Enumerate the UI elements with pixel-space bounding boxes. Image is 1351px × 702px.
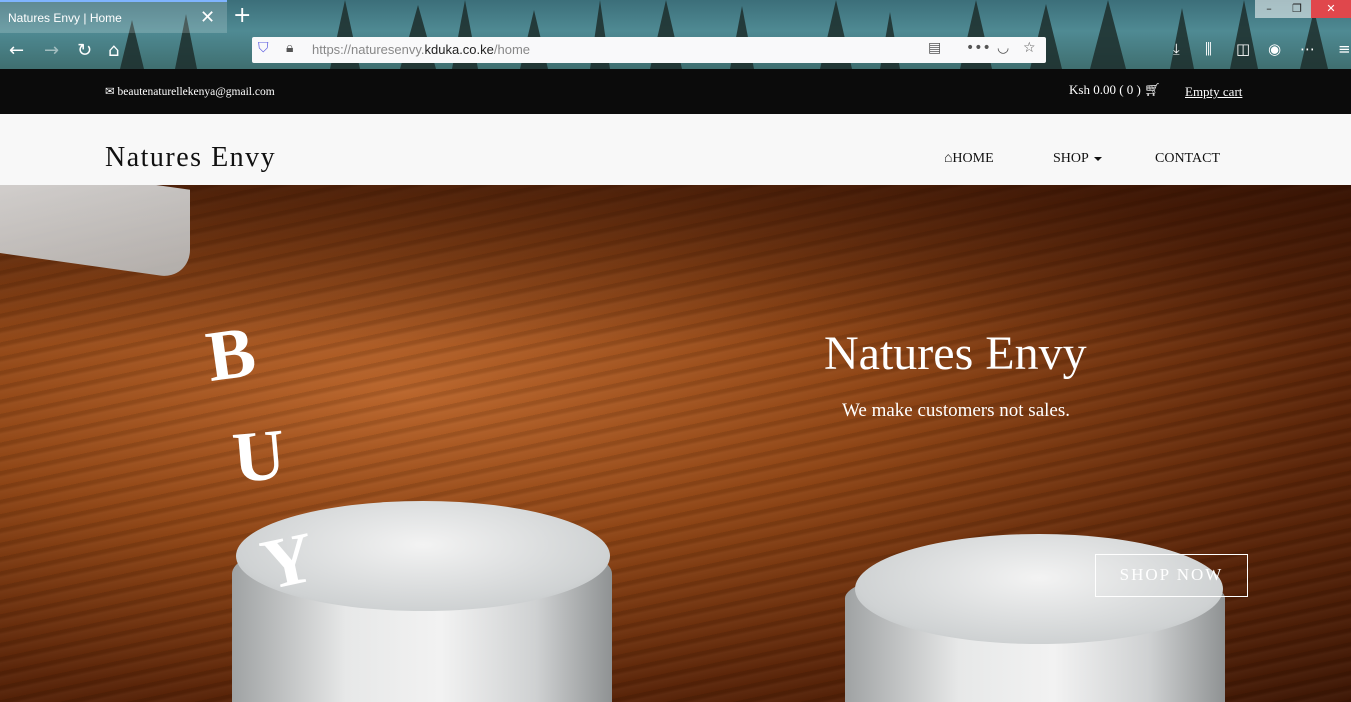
hero-subtitle: We make customers not sales. [842,400,1070,421]
nav-home[interactable]: ⌂HOME [944,151,994,167]
url-text[interactable]: https://naturesenvy.kduka.co.ke/home [312,42,530,57]
main-navbar: Natures Envy ⌂HOME SHOP CONTACT [0,114,1351,185]
cart-summary[interactable]: Ksh 0.00 ( 0 ) 🛒︎ [1069,82,1161,98]
email-text: beautenaturellekenya@gmail.com [117,86,275,98]
reader-icon[interactable]: ▤ [928,40,941,56]
hero-banner: B U Y Natures Envy We make customers not… [0,185,1351,702]
reload-icon[interactable]: ↻ [77,40,92,61]
nav-shop[interactable]: SHOP [1053,151,1102,167]
pocket-icon[interactable]: ◡ [997,40,1009,56]
restore-icon[interactable]: ❐ [1283,0,1311,18]
close-tab-icon[interactable]: ✕ [200,7,215,28]
url-bar[interactable]: ⛉ 🔒︎ https://naturesenvy.kduka.co.ke/hom… [252,37,1046,63]
shop-now-button[interactable]: SHOP NOW [1095,554,1248,597]
nav-home-label: HOME [952,151,994,166]
shield-icon[interactable]: ⛉ [258,40,269,56]
empty-cart-link[interactable]: Empty cart [1185,84,1242,100]
more-icon[interactable]: ••• [966,40,991,56]
window-controls: – ❐ ✕ [1255,0,1351,18]
forward-arrow-icon[interactable]: → [44,40,59,61]
caret-down-icon [1093,156,1102,161]
close-window-icon[interactable]: ✕ [1311,0,1351,18]
envelope-icon: ✉ [105,86,115,98]
shopping-cart-icon: 🛒︎ [1144,82,1161,97]
tab-title: Natures Envy | Home [8,11,122,25]
library-icon[interactable]: ⫼ [1205,40,1212,58]
account-icon[interactable]: ◉ [1268,40,1281,58]
cart-total: Ksh 0.00 ( 0 ) [1069,82,1141,97]
nav-contact[interactable]: CONTACT [1155,151,1220,167]
minimize-icon[interactable]: – [1255,0,1283,18]
back-arrow-icon[interactable]: ← [9,40,24,61]
browser-chrome: Natures Envy | Home ✕ + – ❐ ✕ ← → ↻ ⌂ ⛉ … [0,0,1351,69]
buy-letter-u: U [229,413,289,499]
sidebar-icon[interactable]: ◫ [1236,40,1250,58]
site-brand[interactable]: Natures Envy [105,142,276,174]
contact-email[interactable]: ✉ beautenaturellekenya@gmail.com [105,84,275,98]
menu-icon[interactable]: ≡ [1338,40,1351,58]
download-icon[interactable]: ⤓ [1173,40,1180,58]
nav-shop-label: SHOP [1053,151,1089,166]
hero-title: Natures Envy [824,327,1087,380]
extensions-icon[interactable]: ⋯ [1300,40,1315,58]
star-icon[interactable]: ☆ [1023,40,1036,56]
top-info-bar: ✉ beautenaturellekenya@gmail.com Ksh 0.0… [0,69,1351,114]
new-tab-button[interactable]: + [233,3,251,28]
home-icon[interactable]: ⌂ [108,40,119,61]
lock-icon[interactable]: 🔒︎ [286,40,293,56]
browser-tab[interactable]: Natures Envy | Home ✕ [0,0,227,33]
